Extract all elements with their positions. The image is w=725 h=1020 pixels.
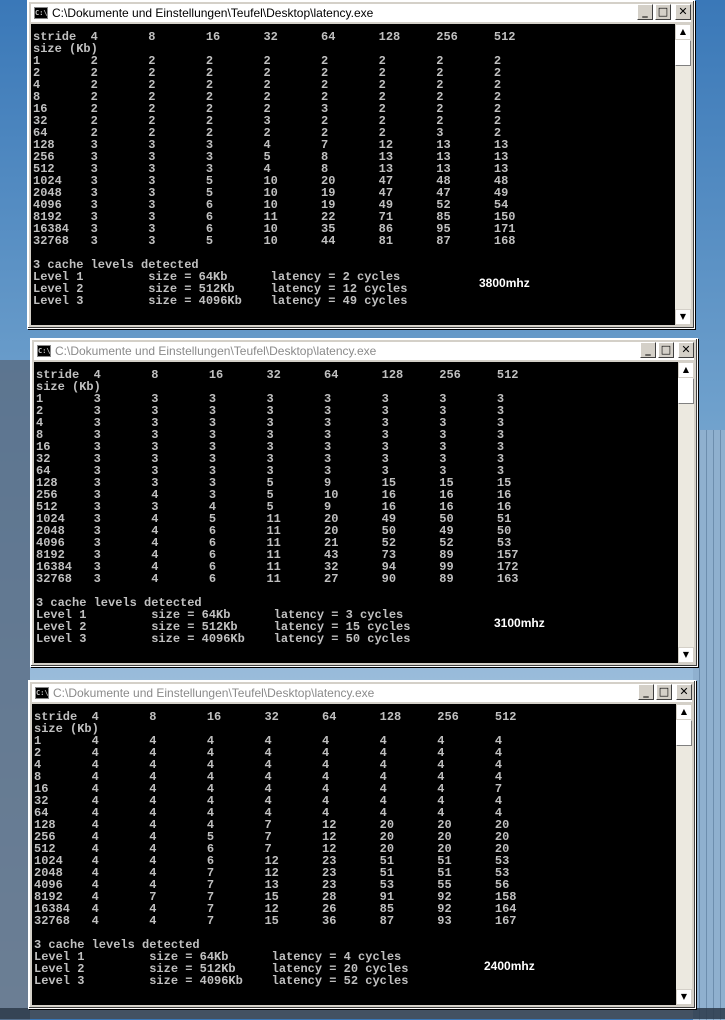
close-icon: ✕ <box>679 685 689 698</box>
scroll-up-button[interactable]: ▲ <box>676 704 692 720</box>
scroll-up-button[interactable]: ▲ <box>678 362 694 378</box>
scroll-down-icon: ▼ <box>679 312 687 321</box>
scroll-down-button[interactable]: ▼ <box>678 647 694 663</box>
close-button[interactable]: ✕ <box>678 342 694 358</box>
maximize-button[interactable]: □ <box>655 4 671 20</box>
console-icon: C:\ <box>37 345 51 357</box>
cpu-speed-label: 3100mhz <box>494 616 545 630</box>
cpu-speed-label: 2400mhz <box>484 959 535 973</box>
console-icon: C:\ <box>34 7 48 19</box>
cpu-speed-label: 3800mhz <box>479 276 530 290</box>
scroll-down-button[interactable]: ▼ <box>676 989 692 1005</box>
scroll-thumb[interactable] <box>675 40 691 66</box>
window-title: C:\Dokumente und Einstellungen\Teufel\De… <box>52 6 374 20</box>
vertical-scrollbar[interactable]: ▲ ▼ <box>676 704 692 1005</box>
console-window-1[interactable]: C:\ C:\Dokumente und Einstellungen\Teufe… <box>27 0 695 329</box>
close-button[interactable]: ✕ <box>676 684 692 700</box>
close-button[interactable]: ✕ <box>675 4 691 20</box>
maximize-icon: □ <box>660 343 672 356</box>
title-bar[interactable]: C:\ C:\Dokumente und Einstellungen\Teufe… <box>32 684 692 702</box>
console-text: stride 4 8 16 32 64 128 256 512 size (Kb… <box>33 30 516 308</box>
console-text: stride 4 8 16 32 64 128 256 512 size (Kb… <box>34 710 517 988</box>
console-window-2[interactable]: C:\ C:\Dokumente und Einstellungen\Teufe… <box>30 338 698 667</box>
window-title: C:\Dokumente und Einstellungen\Teufel\De… <box>53 686 375 700</box>
minimize-button[interactable]: _ <box>640 342 656 358</box>
scroll-down-button[interactable]: ▼ <box>675 309 691 325</box>
window-title: C:\Dokumente und Einstellungen\Teufel\De… <box>55 344 377 358</box>
vertical-scrollbar[interactable]: ▲ ▼ <box>675 24 691 325</box>
maximize-icon: □ <box>657 5 669 18</box>
scroll-up-icon: ▲ <box>680 707 688 716</box>
maximize-button[interactable]: □ <box>658 342 674 358</box>
wallpaper-ground <box>0 1008 725 1019</box>
title-bar[interactable]: C:\ C:\Dokumente und Einstellungen\Teufe… <box>34 342 694 360</box>
close-icon: ✕ <box>681 343 691 356</box>
minimize-button[interactable]: _ <box>637 4 653 20</box>
minimize-button[interactable]: _ <box>638 684 654 700</box>
maximize-button[interactable]: □ <box>656 684 672 700</box>
console-output[interactable]: stride 4 8 16 32 64 128 256 512 size (Kb… <box>34 362 678 663</box>
minimize-icon: _ <box>642 5 648 18</box>
console-output[interactable]: stride 4 8 16 32 64 128 256 512 size (Kb… <box>31 24 675 325</box>
console-window-3[interactable]: C:\ C:\Dokumente und Einstellungen\Teufe… <box>28 680 696 1009</box>
scroll-thumb[interactable] <box>676 720 692 746</box>
wallpaper-building-left <box>0 360 30 1020</box>
scroll-down-icon: ▼ <box>682 650 690 659</box>
scroll-up-icon: ▲ <box>682 365 690 374</box>
scroll-thumb[interactable] <box>678 378 694 404</box>
close-icon: ✕ <box>678 5 688 18</box>
minimize-icon: _ <box>643 685 649 698</box>
scroll-down-icon: ▼ <box>680 992 688 1001</box>
minimize-icon: _ <box>645 343 651 356</box>
scroll-up-button[interactable]: ▲ <box>675 24 691 40</box>
console-output[interactable]: stride 4 8 16 32 64 128 256 512 size (Kb… <box>32 704 676 1005</box>
maximize-icon: □ <box>658 685 670 698</box>
scroll-up-icon: ▲ <box>679 27 687 36</box>
vertical-scrollbar[interactable]: ▲ ▼ <box>678 362 694 663</box>
console-text: stride 4 8 16 32 64 128 256 512 size (Kb… <box>36 368 519 646</box>
title-bar[interactable]: C:\ C:\Dokumente und Einstellungen\Teufe… <box>31 4 691 22</box>
console-icon: C:\ <box>35 687 49 699</box>
